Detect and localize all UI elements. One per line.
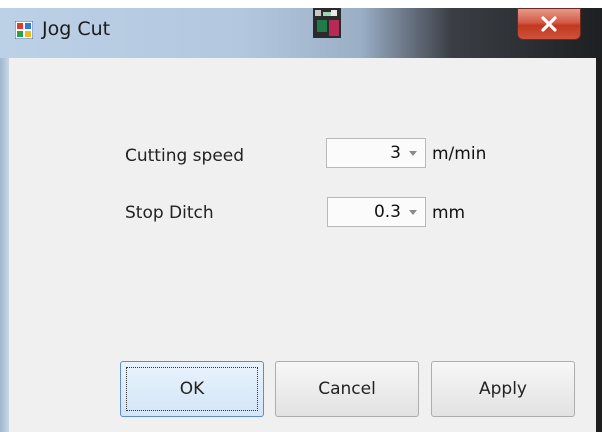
stop-ditch-combo[interactable]: 0.3 xyxy=(327,197,426,227)
ok-button[interactable]: OK xyxy=(120,361,264,417)
chevron-down-icon[interactable] xyxy=(409,210,417,215)
cutting-speed-combo[interactable]: 3 xyxy=(326,138,426,168)
app-icon xyxy=(15,21,33,39)
title-decoration-icon xyxy=(313,8,341,38)
focus-rectangle xyxy=(126,367,258,411)
stop-ditch-label: Stop Ditch xyxy=(125,203,214,223)
close-button[interactable] xyxy=(517,8,581,40)
title-bar: Jog Cut xyxy=(0,0,602,58)
cancel-button[interactable]: Cancel xyxy=(275,361,419,417)
chevron-down-icon[interactable] xyxy=(409,151,417,156)
close-icon xyxy=(541,16,557,32)
cutting-speed-value: 3 xyxy=(390,143,401,163)
cancel-button-label: Cancel xyxy=(318,379,376,399)
stop-ditch-unit: mm xyxy=(432,203,466,223)
cutting-speed-label: Cutting speed xyxy=(125,146,245,166)
dialog-body: Cutting speed 3 m/min Stop Ditch 0.3 mm … xyxy=(9,58,596,432)
stop-ditch-value: 0.3 xyxy=(373,202,401,222)
window-border xyxy=(0,58,9,432)
jog-cut-dialog: Jog Cut Cutting speed 3 m/min Stop Ditch… xyxy=(0,0,602,432)
apply-button-label: Apply xyxy=(479,379,527,399)
apply-button[interactable]: Apply xyxy=(431,361,575,417)
cutting-speed-unit: m/min xyxy=(432,144,487,164)
window-title: Jog Cut xyxy=(42,18,111,40)
